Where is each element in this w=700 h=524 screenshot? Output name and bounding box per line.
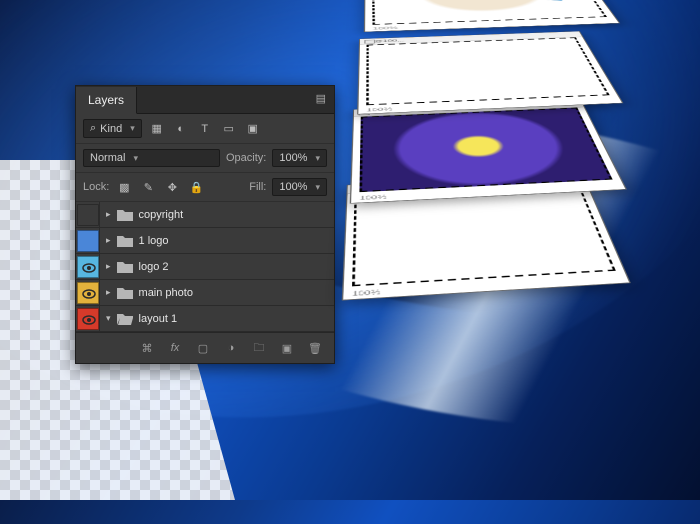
layer-name[interactable]: 1 logo — [139, 235, 169, 247]
eye-icon — [78, 257, 100, 279]
layer-row[interactable]: ▸ main photo — [76, 280, 334, 306]
visibility-toggle[interactable] — [76, 306, 100, 332]
filter-kind-label: Kind — [100, 123, 122, 135]
lock-all-icon[interactable]: 🔒 — [187, 178, 205, 196]
layer-name[interactable]: main photo — [139, 287, 193, 299]
layer-row[interactable]: ▸ logo 2 — [76, 254, 334, 280]
layers-panel: Layers ▤ ⌕ Kind ▦ ◐ T ▭ ▣ Normal Opacity… — [75, 85, 335, 364]
tab-layers[interactable]: Layers — [76, 87, 137, 114]
filter-kind-select[interactable]: ⌕ Kind — [83, 119, 142, 138]
color-label-none — [77, 204, 99, 226]
layer-fx-icon[interactable]: fx — [166, 339, 184, 357]
visibility-toggle[interactable] — [76, 254, 100, 280]
zoom-level: 100% — [359, 194, 387, 201]
layer-name[interactable]: logo 2 — [139, 261, 169, 273]
visibility-toggle[interactable] — [76, 202, 100, 228]
stack-card: ... @100... 100% — [357, 31, 623, 114]
filter-shape-icon[interactable]: ▭ — [220, 120, 238, 138]
expand-arrow-icon[interactable]: ▸ — [106, 209, 111, 220]
stack-card: psd... @ 100... 100% — [350, 100, 627, 204]
layer-list: ▸ copyright ▸ 1 logo ▸ — [76, 202, 334, 332]
layer-row[interactable]: ▾ layout 1 — [76, 306, 334, 332]
opacity-field[interactable]: 100% — [272, 149, 327, 167]
paintbrush-icon — [496, 0, 561, 1]
zoom-level: 100% — [373, 26, 398, 30]
lock-transparency-icon[interactable]: ▩ — [115, 178, 133, 196]
folder-icon — [117, 286, 133, 299]
eye-icon — [78, 283, 100, 305]
color-label-blue — [77, 230, 99, 252]
expand-arrow-icon[interactable]: ▾ — [106, 313, 111, 324]
filter-pixel-icon[interactable]: ▦ — [148, 120, 166, 138]
layer-row[interactable]: ▸ 1 logo — [76, 228, 334, 254]
filter-adjust-icon[interactable]: ◐ — [172, 120, 190, 138]
folder-icon — [117, 260, 133, 273]
visibility-toggle[interactable] — [76, 280, 100, 306]
zoom-level: 100% — [352, 289, 381, 298]
expand-arrow-icon[interactable]: ▸ — [106, 235, 111, 246]
adjustment-layer-icon[interactable]: ◑ — [222, 339, 240, 357]
color-label-yellow — [77, 282, 99, 304]
lock-brush-icon[interactable]: ✎ — [139, 178, 157, 196]
new-layer-icon[interactable]: ▣ — [278, 339, 296, 357]
filter-smart-icon[interactable]: ▣ — [244, 120, 262, 138]
layer-mask-icon[interactable]: ▢ — [194, 339, 212, 357]
folder-open-icon — [117, 312, 133, 325]
panel-menu-icon[interactable]: ▤ — [308, 86, 334, 113]
search-icon: ⌕ — [90, 122, 96, 135]
expand-arrow-icon[interactable]: ▸ — [106, 261, 111, 272]
fill-field[interactable]: 100% — [272, 178, 327, 196]
lock-row: Lock: ▩ ✎ ✥ 🔒 Fill: 100% — [76, 173, 334, 202]
filter-type-icon[interactable]: T — [196, 120, 214, 138]
lock-label: Lock: — [83, 181, 109, 193]
blend-row: Normal Opacity: 100% — [76, 144, 334, 173]
expand-arrow-icon[interactable]: ▸ — [106, 287, 111, 298]
delete-layer-icon[interactable]: 🗑 — [306, 339, 324, 357]
layer-name[interactable]: layout 1 — [139, 313, 178, 325]
blend-mode-select[interactable]: Normal — [83, 149, 220, 167]
layer-actions-bar: ⌘ fx ▢ ◑ 🗀 ▣ 🗑 — [76, 332, 334, 363]
color-label-red — [77, 308, 99, 330]
fill-label: Fill: — [249, 181, 266, 193]
opacity-label: Opacity: — [226, 152, 266, 164]
layer-name[interactable]: copyright — [139, 209, 184, 221]
zoom-level: 100% — [366, 107, 392, 113]
layer-row[interactable]: ▸ copyright — [76, 202, 334, 228]
layer-filter-row: ⌕ Kind ▦ ◐ T ▭ ▣ — [76, 114, 334, 144]
eye-icon — [78, 309, 100, 331]
panel-tabbar: Layers ▤ — [76, 86, 334, 114]
folder-icon — [117, 234, 133, 247]
visibility-toggle[interactable] — [76, 228, 100, 254]
color-label-cyan — [77, 256, 99, 278]
lock-position-icon[interactable]: ✥ — [163, 178, 181, 196]
link-layers-icon[interactable]: ⌘ — [138, 339, 156, 357]
folder-icon — [117, 208, 133, 221]
new-group-icon[interactable]: 🗀 — [250, 339, 268, 357]
layer-stack-illustration: @ 100... 100% psd... @ 100... 100% ... @… — [340, 35, 620, 455]
